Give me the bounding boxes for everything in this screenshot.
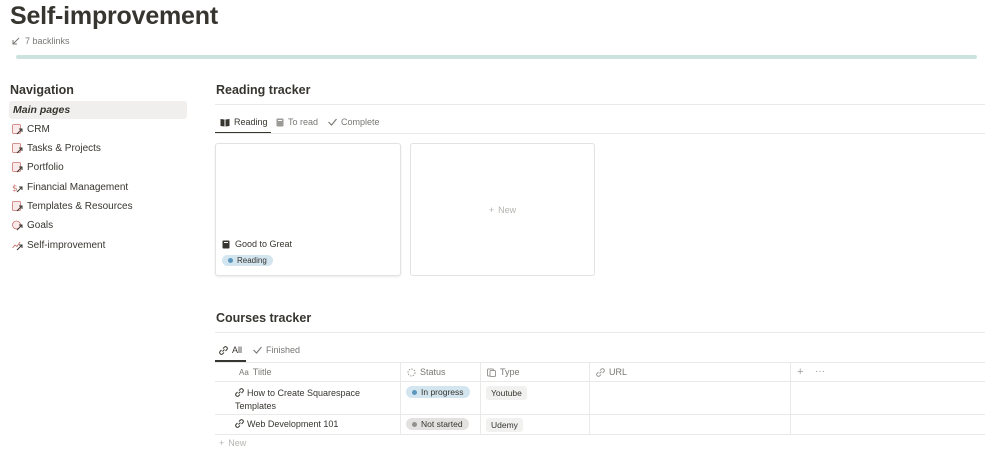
- courses-tracker-title: Courses tracker: [216, 311, 312, 325]
- status-icon: [407, 368, 416, 377]
- nav-item-label: Templates & Resources: [27, 200, 133, 212]
- status-dot: [228, 258, 233, 263]
- nav-item-portfolio[interactable]: Portfolio: [12, 158, 64, 176]
- nav-item-goals[interactable]: Goals: [12, 216, 53, 234]
- check-icon: [328, 118, 337, 126]
- book-title: Good to Great: [235, 239, 293, 249]
- reading-tracker-title: Reading tracker: [216, 83, 311, 97]
- plus-icon: +: [488, 204, 495, 215]
- tab-label: Reading: [234, 117, 268, 127]
- column-header-title[interactable]: Aa Tiitle: [239, 367, 271, 377]
- column-header-url[interactable]: URL: [596, 367, 627, 377]
- check-icon: [253, 346, 262, 354]
- new-row-label: New: [228, 438, 247, 448]
- row-title[interactable]: Web Development 101: [235, 419, 338, 429]
- nav-item-label: Financial Management: [27, 181, 129, 193]
- nav-item-tasks-projects[interactable]: Tasks & Projects: [12, 139, 101, 157]
- book-card[interactable]: Good to Great Reading: [215, 143, 401, 276]
- more-options-button[interactable]: ···: [815, 366, 825, 377]
- column-header-label: Tiitle: [252, 367, 272, 377]
- status-dot: [412, 389, 417, 395]
- nav-item-templates-resources[interactable]: Templates & Resources: [12, 197, 133, 215]
- link-icon: [235, 388, 244, 397]
- status-badge[interactable]: Not started: [406, 418, 469, 430]
- status-badge-label: Not started: [421, 419, 463, 429]
- row-title[interactable]: How to Create Squarespace Templates: [235, 387, 360, 413]
- nav-item-financial-management[interactable]: $ Financial Management: [12, 178, 128, 196]
- tab-complete[interactable]: Complete: [328, 117, 380, 127]
- status-dot: [412, 421, 417, 427]
- tab-label: Finished: [266, 345, 301, 355]
- page-link-icon: [12, 142, 23, 154]
- link-icon: [219, 345, 228, 355]
- book-icon: [222, 240, 230, 249]
- new-card-label: New: [498, 204, 517, 215]
- page-link-icon: [12, 161, 23, 173]
- book-icon: [276, 118, 284, 127]
- page-link-icon: [12, 123, 23, 135]
- plus-icon: +: [219, 438, 225, 448]
- page-link-icon: [12, 220, 23, 231]
- navigation-heading: Navigation: [10, 83, 74, 97]
- reading-tracker-divider: [215, 104, 985, 105]
- row-title-text-line2: Templates: [235, 401, 277, 411]
- page-link-icon: [12, 200, 23, 212]
- status-badge[interactable]: In progress: [406, 386, 470, 398]
- nav-item-self-improvement[interactable]: Self-improvement: [12, 236, 105, 254]
- page-title: Self-improvement: [10, 2, 218, 30]
- tab-label: To read: [288, 117, 319, 127]
- tab-label: All: [232, 345, 243, 355]
- row-title-text: How to Create Squarespace: [247, 388, 361, 398]
- page-divider-bar: [16, 55, 977, 59]
- add-column-button[interactable]: +: [797, 366, 803, 378]
- column-header-label: Type: [500, 367, 520, 377]
- status-badge: Reading: [222, 255, 273, 266]
- nav-item-label: Portfolio: [27, 161, 64, 173]
- row-border: [215, 434, 985, 435]
- tab-to-read[interactable]: To read: [276, 117, 318, 127]
- new-row-button[interactable]: + New: [219, 438, 246, 448]
- text-icon: Aa: [239, 367, 249, 377]
- column-header-status[interactable]: Status: [407, 367, 446, 377]
- book-open-icon: [220, 118, 230, 127]
- tab-all[interactable]: All: [219, 345, 242, 355]
- tab-label: Complete: [341, 117, 380, 127]
- status-badge-label: Reading: [237, 256, 267, 265]
- book-card-title: Good to Great: [222, 239, 292, 249]
- new-card-button[interactable]: + New: [410, 143, 595, 276]
- status-badge-label: In progress: [421, 387, 464, 397]
- column-header-label: URL: [609, 367, 628, 377]
- link-icon: [596, 367, 605, 377]
- multi-select-icon: [487, 368, 496, 377]
- nav-item-label: CRM: [27, 123, 50, 135]
- tab-finished[interactable]: Finished: [253, 345, 300, 355]
- nav-item-label: Goals: [27, 219, 54, 231]
- type-tag[interactable]: Udemy: [486, 418, 523, 432]
- reading-tabs-divider: [215, 133, 985, 134]
- nav-item-crm[interactable]: CRM: [12, 120, 50, 138]
- arrow-down-left-icon: [12, 37, 20, 45]
- row-title-text: Web Development 101: [247, 419, 339, 429]
- page-link-icon: $: [12, 182, 23, 193]
- table-top-border: [215, 362, 985, 363]
- type-tag[interactable]: Youtube: [486, 386, 527, 400]
- page-link-icon: [12, 240, 23, 251]
- courses-tracker-divider: [215, 332, 985, 333]
- main-pages-label: Main pages: [9, 101, 187, 119]
- link-icon: [235, 419, 244, 428]
- column-header-type[interactable]: Type: [487, 367, 520, 377]
- nav-item-label: Tasks & Projects: [27, 142, 101, 154]
- column-header-label: Status: [420, 367, 446, 377]
- tab-reading[interactable]: Reading: [220, 117, 268, 127]
- backlinks-label: 7 backlinks: [25, 36, 70, 46]
- nav-item-label: Self-improvement: [27, 239, 106, 251]
- backlinks-link[interactable]: 7 backlinks: [12, 36, 70, 46]
